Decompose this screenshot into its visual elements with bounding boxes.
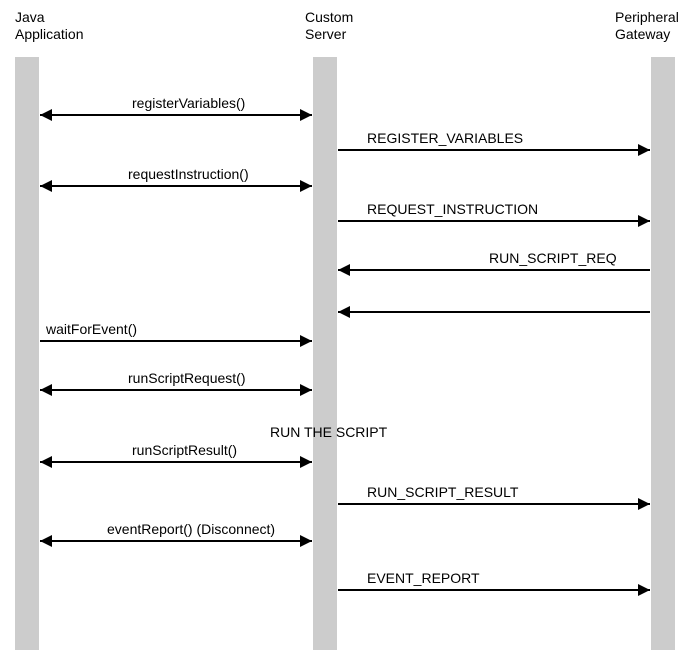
arrowhead-blank-return xyxy=(338,306,350,318)
msg-request-instruction-call: requestInstruction() xyxy=(128,166,249,183)
arrowhead-left-run-script-request xyxy=(40,384,52,396)
msg-wait-for-event-call: waitForEvent() xyxy=(46,321,137,338)
arrowhead-left-register-variables xyxy=(40,109,52,121)
lifeline-peripheral-gateway xyxy=(651,57,675,650)
msg-run-script-req: RUN_SCRIPT_REQ xyxy=(489,250,617,267)
arrowhead-run-script-req xyxy=(338,264,350,276)
arrowhead-right-run-script-request xyxy=(300,384,312,396)
msg-run-script-result: RUN_SCRIPT_RESULT xyxy=(367,484,518,501)
participant-custom-server: Custom Server xyxy=(305,9,353,43)
arrow-blank-return xyxy=(338,311,650,313)
arrow-request-instruction-call xyxy=(40,185,312,187)
arrowhead-register-variables xyxy=(638,144,650,156)
arrow-run-script-req xyxy=(338,269,650,271)
participant-peripheral-gateway: Peripheral Gateway xyxy=(615,9,679,43)
arrow-register-variables xyxy=(338,149,650,151)
arrowhead-event-report xyxy=(638,584,650,596)
arrowhead-left-event-report xyxy=(40,535,52,547)
arrow-register-variables-call xyxy=(40,114,312,116)
arrowhead-wait-for-event xyxy=(300,335,312,347)
msg-register-variables-call: registerVariables() xyxy=(132,95,245,112)
arrow-event-report-call xyxy=(40,540,312,542)
participant-java-app: Java Application xyxy=(15,9,84,43)
msg-run-script-result-call: runScriptResult() xyxy=(132,442,237,459)
arrowhead-left-run-script-result xyxy=(40,456,52,468)
arrow-run-script-result xyxy=(338,503,650,505)
msg-register-variables: REGISTER_VARIABLES xyxy=(367,130,523,147)
msg-event-report: EVENT_REPORT xyxy=(367,570,480,587)
lifeline-java-app xyxy=(15,57,39,650)
arrowhead-right-event-report xyxy=(300,535,312,547)
arrowhead-right-run-script-result xyxy=(300,456,312,468)
lifeline-custom-server xyxy=(313,57,337,650)
arrow-event-report xyxy=(338,589,650,591)
msg-request-instruction: REQUEST_INSTRUCTION xyxy=(367,201,538,218)
arrow-request-instruction xyxy=(338,220,650,222)
arrowhead-run-script-result xyxy=(638,498,650,510)
note-run-the-script: RUN THE SCRIPT xyxy=(270,424,387,440)
arrow-run-script-result-call xyxy=(40,461,312,463)
msg-event-report-call: eventReport() (Disconnect) xyxy=(107,521,275,538)
arrowhead-right-register-variables xyxy=(300,109,312,121)
arrow-run-script-request-call xyxy=(40,389,312,391)
arrowhead-left-request-instruction xyxy=(40,180,52,192)
arrowhead-right-request-instruction xyxy=(300,180,312,192)
arrowhead-request-instruction xyxy=(638,215,650,227)
arrow-wait-for-event-call xyxy=(40,340,312,342)
msg-run-script-request-call: runScriptRequest() xyxy=(128,370,246,387)
